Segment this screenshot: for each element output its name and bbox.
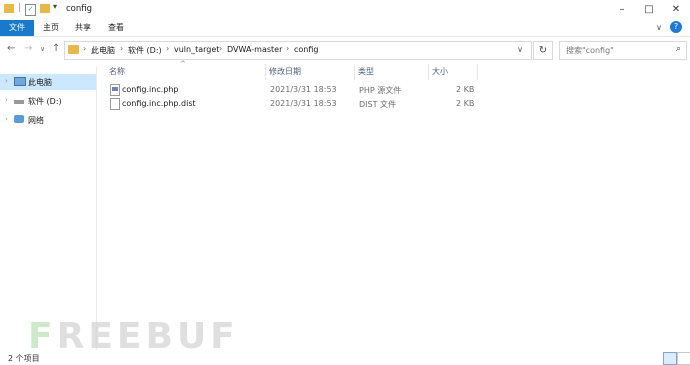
up-button[interactable]: ↑ [52,43,60,54]
column-header-modified[interactable]: 修改日期 [269,66,301,77]
column-header-size[interactable]: 大小 [432,66,448,77]
search-input[interactable]: 搜索"config" [566,45,614,56]
breadcrumb-vuln-target[interactable]: vuln_target [174,45,219,54]
file-name: config.inc.php.dist [122,99,196,108]
quick-access-dropdown-icon[interactable]: ▾ [53,2,57,11]
breadcrumb-separator: › [219,44,223,53]
tab-home[interactable]: 主页 [43,20,59,36]
navigation-bar: ← → ∨ ↑ › 此电脑 › 软件 (D:) › vuln_target › … [0,37,690,63]
address-bar[interactable]: › 此电脑 › 软件 (D:) › vuln_target › DVWA-mas… [64,41,532,60]
details-view-button[interactable] [663,352,677,365]
maximize-button[interactable]: □ [634,2,664,18]
file-size: 2 KB [456,99,475,108]
folder-icon [4,4,14,13]
file-type: DIST 文件 [359,100,397,109]
address-history-icon[interactable]: ∨ [517,45,523,54]
minimize-button[interactable]: – [607,2,637,18]
status-bar: 2 个项目 [0,350,690,365]
column-divider[interactable] [354,64,355,80]
window-title: config [66,4,93,14]
file-size: 2 KB [456,85,475,94]
refresh-button[interactable]: ↻ [533,41,553,60]
breadcrumb-config[interactable]: config [294,45,318,54]
column-divider[interactable] [428,64,429,80]
sidebar-item-drive[interactable]: › 软件 (D:) [0,93,96,109]
breadcrumb-separator: › [120,44,124,53]
column-header-name[interactable]: 名称 [109,66,125,77]
file-row[interactable]: config.inc.php.dist 2021/3/31 18:53 DIST… [106,97,478,112]
php-file-icon [110,84,120,96]
sidebar-item-network[interactable]: › 网络 [0,112,96,128]
item-count: 2 个项目 [8,354,40,363]
new-folder-icon[interactable] [40,4,50,13]
breadcrumb-drive[interactable]: 软件 (D:) [128,45,162,56]
sidebar-item-label: 此电脑 [28,78,52,87]
search-box[interactable]: 搜索"config" ⌕ [559,41,687,60]
search-icon[interactable]: ⌕ [676,44,681,54]
column-divider[interactable] [265,64,266,80]
sort-ascending-icon: ^ [180,60,186,68]
tab-file[interactable]: 文件 [0,20,34,36]
breadcrumb-separator: › [166,44,170,53]
column-divider[interactable] [477,64,478,80]
breadcrumb-separator: › [286,44,290,53]
forward-button[interactable]: → [24,43,32,54]
ribbon: 文件 主页 共享 查看 ∨ ? [0,20,690,37]
breadcrumb-separator: › [83,44,87,53]
breadcrumb-this-pc[interactable]: 此电脑 [91,45,115,56]
file-modified: 2021/3/31 18:53 [270,99,337,108]
large-icons-view-button[interactable] [677,352,690,365]
file-name: config.inc.php [122,85,179,94]
file-modified: 2021/3/31 18:53 [270,85,337,94]
sidebar-item-label: 软件 (D:) [28,97,62,106]
column-header-type[interactable]: 类型 [358,66,374,77]
back-button[interactable]: ← [7,43,15,54]
help-icon[interactable]: ? [670,21,682,33]
tab-view[interactable]: 查看 [108,20,124,36]
network-icon [14,115,24,123]
sidebar-item-this-pc[interactable]: › 此电脑 [0,74,96,90]
expand-arrow-icon[interactable]: › [5,77,8,85]
file-type: PHP 源文件 [359,86,402,95]
properties-icon[interactable]: ✓ [25,4,36,16]
title-bar: | ✓ ▾ config – □ ✕ [0,0,690,20]
expand-arrow-icon[interactable]: › [5,96,8,104]
tab-share[interactable]: 共享 [75,20,91,36]
file-row[interactable]: config.inc.php 2021/3/31 18:53 PHP 源文件 2… [106,83,478,98]
navigation-pane: › 此电脑 › 软件 (D:) › 网络 [0,66,97,350]
expand-ribbon-icon[interactable]: ∨ [656,23,662,32]
recent-locations-button[interactable]: ∨ [40,45,45,53]
expand-arrow-icon[interactable]: › [5,115,8,123]
sidebar-item-label: 网络 [28,116,44,125]
separator: | [18,3,22,13]
drive-icon [14,100,24,104]
computer-icon [14,77,26,86]
breadcrumb-dvwa-master[interactable]: DVWA-master [227,45,282,54]
file-icon [110,98,120,110]
close-button[interactable]: ✕ [661,2,690,18]
folder-icon [68,45,79,54]
